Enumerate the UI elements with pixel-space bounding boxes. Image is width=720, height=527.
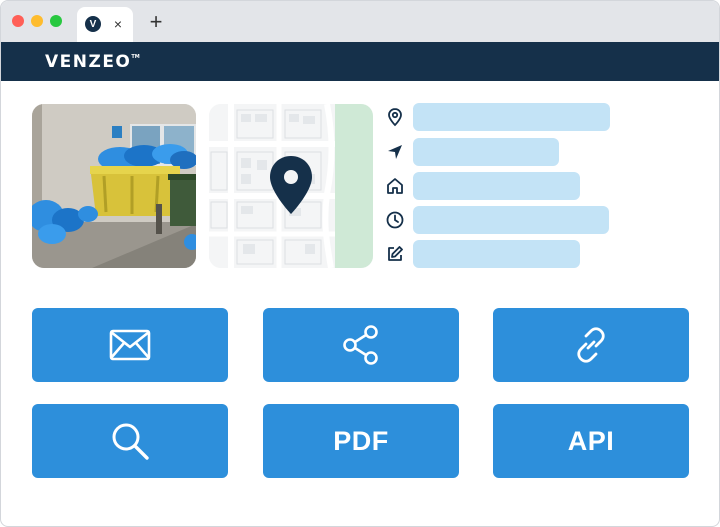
new-tab-button[interactable]: +	[145, 11, 167, 33]
location-pin-icon	[388, 108, 402, 127]
search-button[interactable]	[32, 404, 228, 478]
link-button[interactable]	[493, 308, 689, 382]
time-value-bar	[413, 206, 609, 234]
search-icon	[112, 423, 149, 460]
venzeo-favicon-icon: V	[85, 16, 101, 32]
direction-value-bar	[413, 138, 559, 166]
venzeo-logo[interactable]: VENZEOTM	[45, 52, 140, 72]
app-header: VENZEOTM	[1, 42, 719, 81]
clock-icon	[386, 211, 404, 229]
note-value-bar	[413, 240, 580, 268]
share-button[interactable]	[263, 308, 459, 382]
envelope-icon	[109, 329, 151, 361]
address-value-bar	[413, 172, 580, 200]
trash-bins-photo-icon	[32, 104, 196, 268]
minimize-window-button[interactable]	[31, 15, 43, 27]
report-photo[interactable]	[32, 104, 196, 268]
navigation-arrow-icon	[388, 145, 402, 159]
pdf-button-label: PDF	[333, 425, 389, 456]
map-icon	[209, 104, 373, 268]
logo-text: VENZEO	[45, 52, 132, 72]
tab-close-button[interactable]: ×	[110, 15, 126, 33]
home-icon	[387, 178, 403, 194]
close-window-button[interactable]	[12, 15, 24, 27]
edit-icon	[388, 246, 403, 261]
logo-trademark: TM	[131, 54, 140, 60]
location-map[interactable]	[209, 104, 373, 268]
link-icon	[577, 327, 605, 363]
share-icon	[343, 325, 378, 365]
pdf-export-button[interactable]: PDF	[263, 404, 459, 478]
api-button-label: API	[567, 425, 615, 456]
api-button[interactable]: API	[493, 404, 689, 478]
browser-tab[interactable]: V ×	[77, 7, 133, 42]
location-value-bar	[413, 103, 610, 131]
browser-window: V × + VENZEOTM PDF API	[0, 0, 720, 527]
email-button[interactable]	[32, 308, 228, 382]
maximize-window-button[interactable]	[50, 15, 62, 27]
browser-titlebar: V × +	[1, 1, 719, 42]
